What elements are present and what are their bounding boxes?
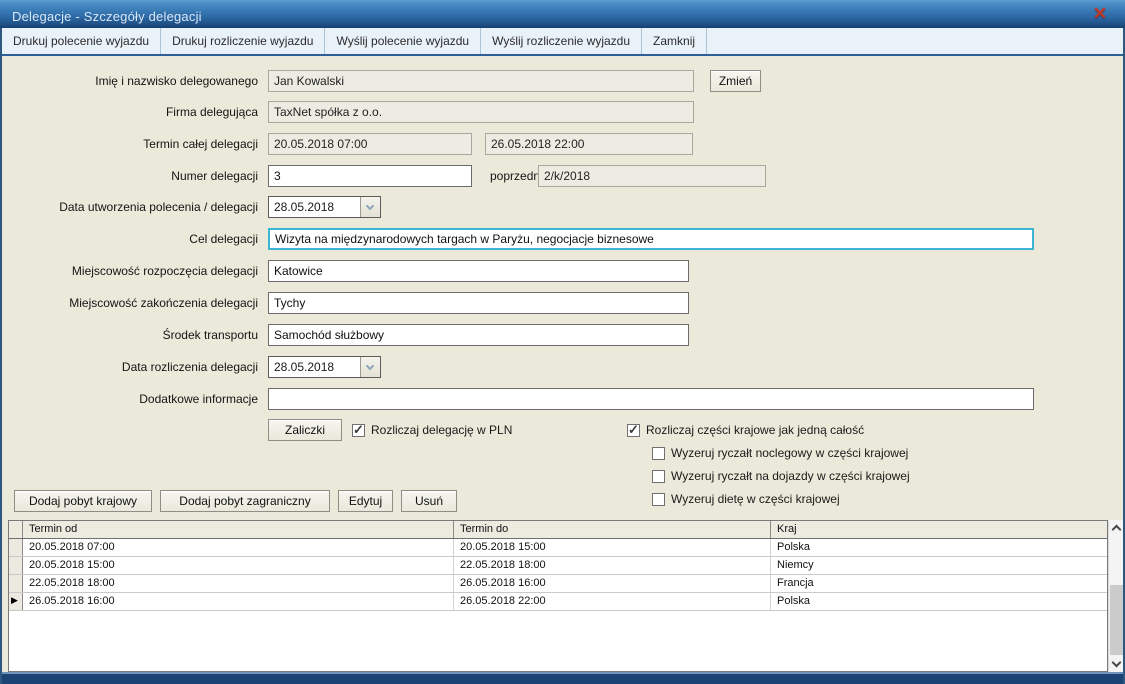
chevron-down-icon <box>366 362 374 370</box>
toolbar-print-settlement-button[interactable]: Drukuj rozliczenie wyjazdu <box>161 28 325 54</box>
cell-country: Francja <box>771 575 1107 592</box>
toolbar-send-settlement-button[interactable]: Wyślij rozliczenie wyjazdu <box>481 28 642 54</box>
previous-number-field <box>538 165 766 187</box>
delegation-number-input[interactable] <box>268 165 472 187</box>
add-foreign-stay-button[interactable]: Dodaj pobyt zagraniczny <box>160 490 330 512</box>
row-gutter: ▶ <box>9 575 23 592</box>
term-to-field <box>485 133 693 155</box>
toolbar-close-button[interactable]: Zamknij <box>642 28 707 54</box>
creation-date-value: 28.05.2018 <box>269 197 360 217</box>
cell-from: 20.05.2018 07:00 <box>23 539 454 556</box>
chevron-down-icon <box>366 202 374 210</box>
settlement-date-dropdown-button[interactable] <box>360 357 380 377</box>
stays-table: Termin od Termin do Kraj ▶ 20.05.2018 07… <box>8 520 1108 672</box>
edit-stay-button[interactable]: Edytuj <box>338 490 393 512</box>
cell-to: 20.05.2018 15:00 <box>454 539 771 556</box>
column-header-from[interactable]: Termin od <box>23 521 454 538</box>
pln-checkbox-label: Rozliczaj delegację w PLN <box>371 423 512 437</box>
table-header-gutter <box>9 521 23 538</box>
table-row[interactable]: ▶ 26.05.2018 16:00 26.05.2018 22:00 Pols… <box>9 593 1107 611</box>
table-row[interactable]: ▶ 22.05.2018 18:00 26.05.2018 16:00 Fran… <box>9 575 1107 593</box>
change-person-button[interactable]: Zmień <box>710 70 761 92</box>
cell-country: Polska <box>771 539 1107 556</box>
toolbar-print-order-button[interactable]: Drukuj polecenie wyjazdu <box>2 28 161 54</box>
row-marker-icon: ▶ <box>11 595 18 606</box>
scroll-down-icon[interactable] <box>1112 658 1122 668</box>
table-scrollbar[interactable] <box>1108 520 1123 672</box>
toolbar: Drukuj polecenie wyjazdu Drukuj rozlicze… <box>0 28 1125 56</box>
column-header-to[interactable]: Termin do <box>454 521 771 538</box>
purpose-input[interactable] <box>268 228 1034 250</box>
creation-date-combobox[interactable]: 28.05.2018 <box>268 196 381 218</box>
additional-info-label: Dodatkowe informacje <box>8 392 258 406</box>
row-gutter: ▶ <box>9 593 23 610</box>
close-icon[interactable]: ✕ <box>1089 4 1111 24</box>
title-bar: Delegacje - Szczegóły delegacji ✕ <box>0 0 1125 28</box>
domestic-whole-checkbox-box[interactable]: ✓ <box>627 424 640 437</box>
cell-to: 22.05.2018 18:00 <box>454 557 771 574</box>
pln-checkbox-box[interactable]: ✓ <box>352 424 365 437</box>
cell-from: 26.05.2018 16:00 <box>23 593 454 610</box>
start-city-input[interactable] <box>268 260 689 282</box>
add-domestic-stay-button[interactable]: Dodaj pobyt krajowy <box>14 490 152 512</box>
settlement-date-combobox[interactable]: 28.05.2018 <box>268 356 381 378</box>
checkmark-icon: ✓ <box>353 422 364 438</box>
cell-from: 22.05.2018 18:00 <box>23 575 454 592</box>
checkbox-zero-diet[interactable]: ✓ Wyzeruj dietę w części krajowej <box>652 492 840 506</box>
window-title: Delegacje - Szczegóły delegacji <box>12 5 202 24</box>
transport-input[interactable] <box>268 324 689 346</box>
column-header-country[interactable]: Kraj <box>771 521 1107 538</box>
purpose-label: Cel delegacji <box>8 232 258 246</box>
name-label: Imię i nazwisko delegowanego <box>8 74 258 88</box>
toolbar-send-order-button[interactable]: Wyślij polecenie wyjazdu <box>325 28 481 54</box>
zero-diet-checkbox-label: Wyzeruj dietę w części krajowej <box>671 492 840 506</box>
start-city-label: Miejscowość rozpoczęcia delegacji <box>8 264 258 278</box>
zero-commute-checkbox-box[interactable]: ✓ <box>652 470 665 483</box>
term-label: Termin całej delegacji <box>8 137 258 151</box>
checkbox-domestic-as-whole[interactable]: ✓ Rozliczaj części krajowe jak jedną cał… <box>627 423 864 437</box>
window-left-border <box>0 28 2 684</box>
cell-to: 26.05.2018 16:00 <box>454 575 771 592</box>
end-city-label: Miejscowość zakończenia delegacji <box>8 296 258 310</box>
transport-label: Środek transportu <box>8 328 258 342</box>
term-from-field <box>268 133 472 155</box>
additional-info-input[interactable] <box>268 388 1034 410</box>
cell-to: 26.05.2018 22:00 <box>454 593 771 610</box>
zero-diet-checkbox-box[interactable]: ✓ <box>652 493 665 506</box>
window-bottom-bar <box>0 672 1125 684</box>
cell-country: Polska <box>771 593 1107 610</box>
table-header-row: Termin od Termin do Kraj <box>9 521 1107 539</box>
row-gutter: ▶ <box>9 539 23 556</box>
company-label: Firma delegująca <box>8 105 258 119</box>
company-field <box>268 101 694 123</box>
creation-date-label: Data utworzenia polecenia / delegacji <box>8 200 258 214</box>
delegation-details-window: Delegacje - Szczegóły delegacji ✕ Drukuj… <box>0 0 1125 684</box>
table-row[interactable]: ▶ 20.05.2018 07:00 20.05.2018 15:00 Pols… <box>9 539 1107 557</box>
name-field <box>268 70 694 92</box>
row-gutter: ▶ <box>9 557 23 574</box>
checkbox-zero-lodging[interactable]: ✓ Wyzeruj ryczałt noclegowy w części kra… <box>652 446 908 460</box>
checkmark-icon: ✓ <box>628 422 639 438</box>
cell-from: 20.05.2018 15:00 <box>23 557 454 574</box>
settlement-date-label: Data rozliczenia delegacji <box>8 360 258 374</box>
end-city-input[interactable] <box>268 292 689 314</box>
delete-stay-button[interactable]: Usuń <box>401 490 457 512</box>
advances-button[interactable]: Zaliczki <box>268 419 342 441</box>
zero-commute-checkbox-label: Wyzeruj ryczałt na dojazdy w części kraj… <box>671 469 910 483</box>
zero-lodging-checkbox-label: Wyzeruj ryczałt noclegowy w części krajo… <box>671 446 908 460</box>
settlement-date-value: 28.05.2018 <box>269 357 360 377</box>
domestic-whole-checkbox-label: Rozliczaj części krajowe jak jedną całoś… <box>646 423 864 437</box>
scroll-up-icon[interactable] <box>1112 525 1122 535</box>
checkbox-zero-commute[interactable]: ✓ Wyzeruj ryczałt na dojazdy w części kr… <box>652 469 910 483</box>
number-label: Numer delegacji <box>8 169 258 183</box>
checkbox-settle-in-pln[interactable]: ✓ Rozliczaj delegację w PLN <box>352 423 512 437</box>
table-row[interactable]: ▶ 20.05.2018 15:00 22.05.2018 18:00 Niem… <box>9 557 1107 575</box>
creation-date-dropdown-button[interactable] <box>360 197 380 217</box>
zero-lodging-checkbox-box[interactable]: ✓ <box>652 447 665 460</box>
cell-country: Niemcy <box>771 557 1107 574</box>
scrollbar-thumb[interactable] <box>1110 585 1123 655</box>
